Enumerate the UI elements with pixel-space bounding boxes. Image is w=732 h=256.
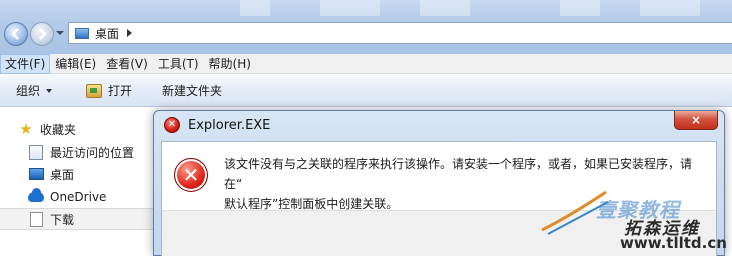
command-bar: 组织 打开 新建文件夹 bbox=[0, 75, 732, 107]
nav-favorites[interactable]: ★ 收藏夹 bbox=[0, 118, 160, 140]
close-icon: × bbox=[690, 113, 702, 127]
cloud-icon bbox=[28, 188, 44, 205]
address-bar[interactable]: 桌面 bbox=[68, 22, 732, 44]
nav-favorites-label: 收藏夹 bbox=[40, 122, 77, 137]
new-folder-button[interactable]: 新建文件夹 bbox=[154, 79, 230, 103]
nav-item-desktop[interactable]: 桌面 bbox=[0, 163, 160, 185]
recent-places-icon bbox=[28, 144, 44, 160]
open-icon bbox=[86, 83, 103, 98]
menu-tools[interactable]: 工具(T) bbox=[153, 54, 204, 74]
chevron-right-icon[interactable] bbox=[127, 29, 133, 37]
menu-help[interactable]: 帮助(H) bbox=[204, 54, 256, 74]
navigation-pane: ★ 收藏夹 最近访问的位置 桌面 OneDrive 下载 bbox=[0, 108, 160, 256]
close-button[interactable]: × bbox=[674, 111, 718, 130]
open-button[interactable]: 打开 bbox=[78, 79, 140, 103]
blurred-title-strip bbox=[560, 0, 600, 16]
nav-item-label: OneDrive bbox=[50, 190, 107, 204]
address-location[interactable]: 桌面 bbox=[95, 25, 119, 42]
desktop-icon bbox=[75, 27, 89, 39]
menu-edit[interactable]: 编辑(E) bbox=[50, 54, 101, 74]
blurred-title-strip bbox=[420, 0, 470, 16]
blurred-title-strip bbox=[320, 0, 380, 16]
menu-view[interactable]: 查看(V) bbox=[101, 54, 153, 74]
new-folder-label: 新建文件夹 bbox=[162, 84, 223, 98]
chevron-down-icon bbox=[46, 88, 53, 93]
watermark-url: www.tlltd.cn bbox=[620, 234, 727, 252]
nav-item-label: 下载 bbox=[50, 212, 75, 227]
organize-label: 组织 bbox=[16, 84, 41, 98]
error-icon: ✕ bbox=[164, 117, 180, 133]
error-icon: ✕ bbox=[174, 158, 208, 192]
organize-button[interactable]: 组织 bbox=[8, 79, 60, 103]
window-titlebar: 桌面 bbox=[0, 0, 732, 54]
blurred-title-strip bbox=[240, 0, 270, 16]
nav-item-onedrive[interactable]: OneDrive bbox=[0, 186, 160, 208]
menu-file[interactable]: 文件(F) bbox=[0, 53, 51, 74]
dialog-title: Explorer.EXE bbox=[188, 117, 271, 133]
recent-pages-dropdown[interactable] bbox=[56, 31, 64, 35]
nav-item-label: 桌面 bbox=[50, 167, 75, 182]
open-label: 打开 bbox=[108, 84, 133, 98]
star-icon: ★ bbox=[19, 120, 33, 138]
arrow-right-icon bbox=[39, 28, 47, 40]
file-icon bbox=[28, 211, 44, 227]
dialog-message-line: 该文件没有与之关联的程序来执行该操作。请安装一个程序，或者，如果已安装程序，请在… bbox=[224, 157, 693, 191]
forward-button[interactable] bbox=[30, 22, 54, 46]
menu-bar: 文件(F) 编辑(E) 查看(V) 工具(T) 帮助(H) bbox=[0, 53, 732, 74]
blurred-title-strip bbox=[640, 0, 700, 16]
nav-item-recent[interactable]: 最近访问的位置 bbox=[0, 141, 160, 163]
desktop-icon bbox=[28, 166, 44, 182]
back-button[interactable] bbox=[4, 22, 28, 46]
nav-item-label: 最近访问的位置 bbox=[50, 145, 135, 160]
dialog-titlebar[interactable]: ✕ Explorer.EXE bbox=[154, 111, 724, 139]
nav-item-downloads[interactable]: 下载 bbox=[0, 208, 160, 230]
arrow-left-icon bbox=[11, 28, 19, 40]
